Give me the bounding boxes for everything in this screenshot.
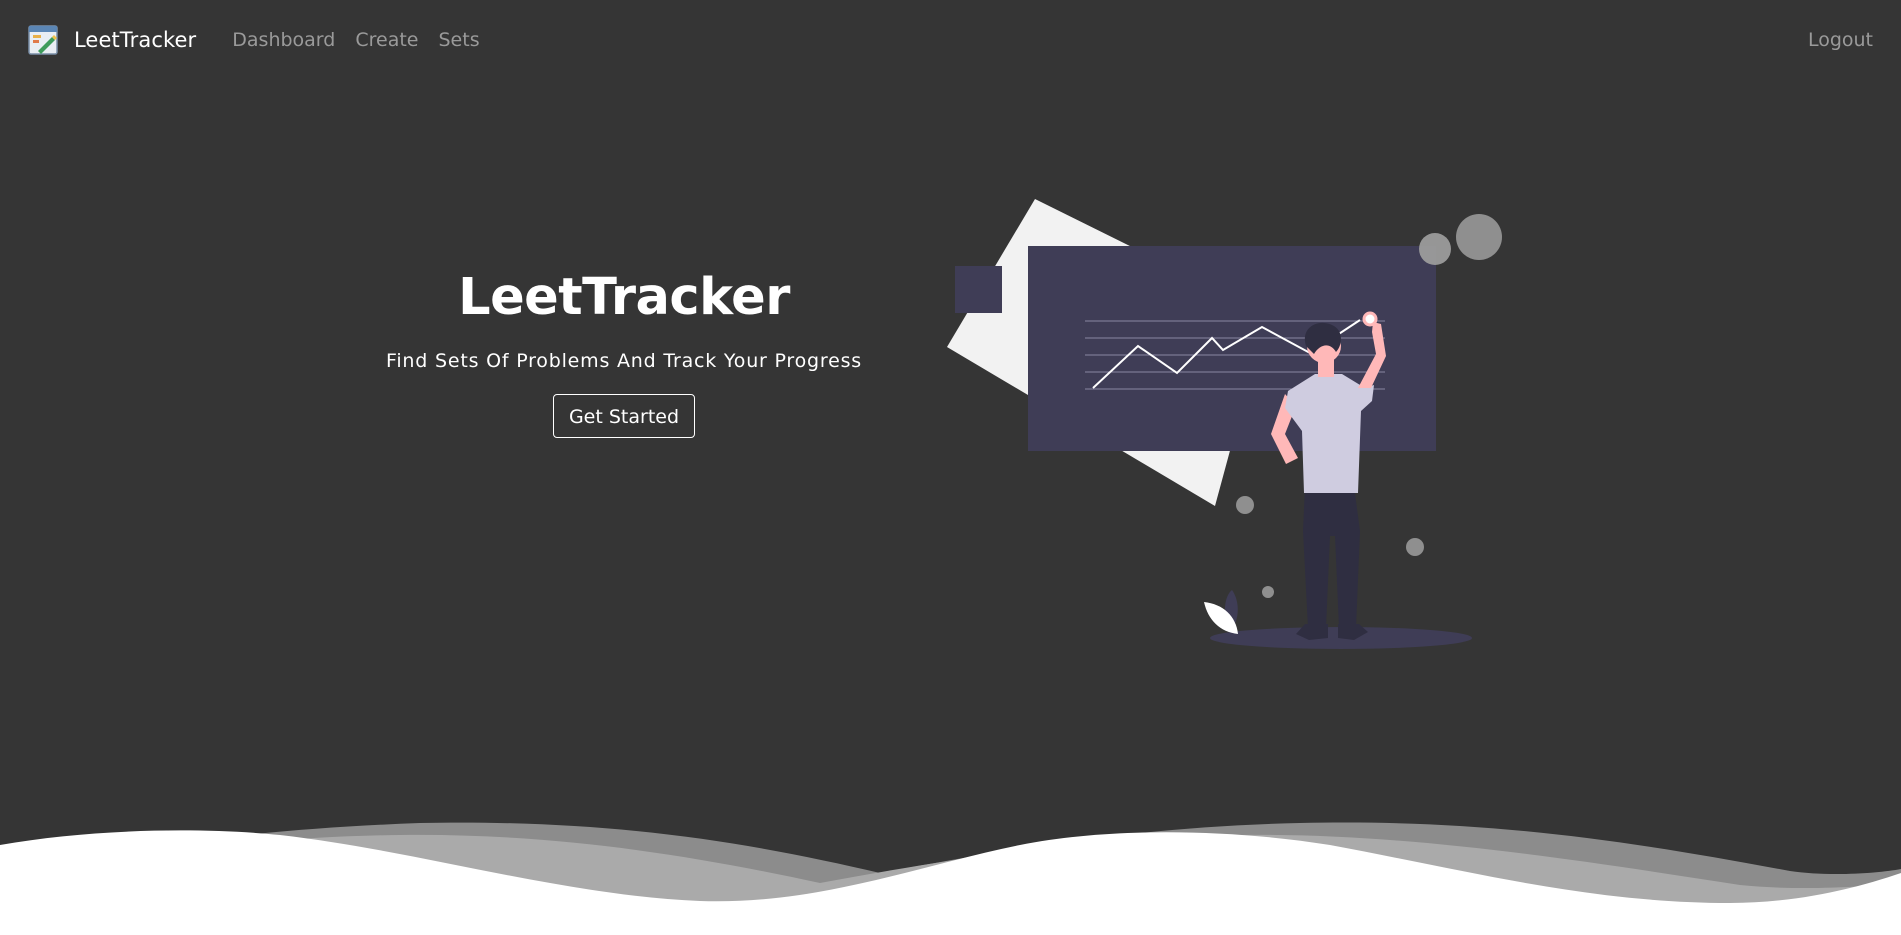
- nav-link-sets[interactable]: Sets: [439, 29, 480, 51]
- brand-name: LeetTracker: [74, 28, 197, 52]
- nav-links: Dashboard Create Sets: [232, 29, 479, 51]
- hero-section: LeetTracker Find Sets Of Problems And Tr…: [364, 262, 884, 438]
- landing-page: LeetTracker Dashboard Create Sets Logout…: [0, 0, 1901, 935]
- bubble-medium: [1419, 233, 1451, 265]
- bubble-small-2: [1406, 538, 1424, 556]
- chart-board: [1028, 246, 1436, 451]
- logout-link[interactable]: Logout: [1808, 29, 1873, 51]
- hero-subtitle: Find Sets Of Problems And Track Your Pro…: [386, 350, 862, 372]
- hero-illustration: [947, 199, 1502, 649]
- footer-waves: [0, 822, 1901, 935]
- bubble-small-3: [1262, 586, 1274, 598]
- get-started-button[interactable]: Get Started: [552, 394, 696, 438]
- bubble-small-1: [1236, 496, 1254, 514]
- brand-logo-icon: [28, 25, 58, 55]
- nav-right: Logout: [1808, 29, 1873, 51]
- bubble-large: [1456, 214, 1502, 260]
- brand-link[interactable]: LeetTracker: [28, 25, 196, 55]
- hero-title: LeetTracker: [458, 268, 790, 327]
- nav-link-create[interactable]: Create: [355, 29, 418, 51]
- nav-link-dashboard[interactable]: Dashboard: [232, 29, 335, 51]
- small-square: [955, 266, 1002, 313]
- navbar: LeetTracker Dashboard Create Sets Logout: [0, 0, 1901, 80]
